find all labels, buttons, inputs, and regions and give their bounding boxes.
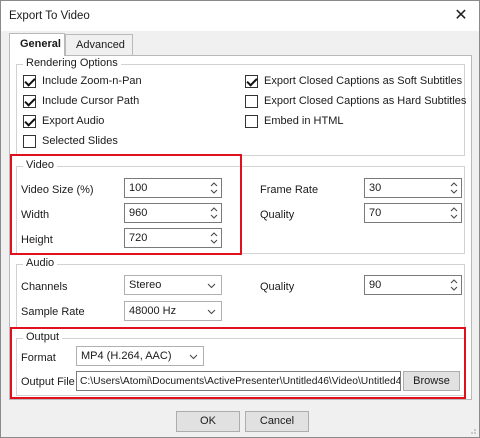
audio-legend: Audio (23, 257, 58, 269)
chevron-down-icon (207, 281, 216, 293)
ok-button[interactable]: OK (176, 411, 240, 432)
height-value: 720 (129, 232, 148, 244)
checkbox-box (23, 74, 36, 88)
spin-arrows-icon[interactable] (449, 206, 459, 220)
channels-value: Stereo (129, 279, 162, 291)
checkbox-box (23, 114, 36, 128)
rendering-options-legend: Rendering Options (23, 57, 121, 69)
soft-subtitles-checkbox[interactable]: Export Closed Captions as Soft Subtitles (245, 73, 462, 89)
spin-arrows-icon[interactable] (449, 278, 459, 292)
width-spinbox[interactable]: 960 (124, 203, 222, 223)
frame-rate-spinbox[interactable]: 30 (364, 178, 462, 198)
video-quality-spinbox[interactable]: 70 (364, 203, 462, 223)
checkbox-box (23, 94, 36, 108)
video-size-spinbox[interactable]: 100 (124, 178, 222, 198)
spin-arrows-icon[interactable] (209, 206, 219, 220)
dialog-title: Export To Video (9, 10, 90, 22)
general-panel: Rendering Options Include Zoom-n-Pan Inc… (9, 55, 472, 400)
checkbox-box (245, 74, 258, 88)
export-audio-checkbox[interactable]: Export Audio (23, 113, 104, 129)
video-quality-value: 70 (369, 207, 382, 219)
selected-slides-checkbox[interactable]: Selected Slides (23, 133, 118, 149)
output-file-label: Output File (21, 376, 75, 388)
include-cursor-path-checkbox[interactable]: Include Cursor Path (23, 93, 139, 109)
checkbox-box (245, 114, 258, 128)
width-label: Width (21, 209, 50, 221)
checkbox-label: Export Closed Captions as Hard Subtitles (264, 95, 467, 107)
checkbox-box (245, 94, 258, 108)
format-dropdown[interactable]: MP4 (H.264, AAC) (76, 346, 204, 366)
format-label: Format (21, 352, 56, 364)
spin-arrows-icon[interactable] (449, 181, 459, 195)
checkbox-label: Selected Slides (42, 135, 118, 147)
export-to-video-dialog: Export To Video ✕ General Advanced Rende… (0, 0, 480, 438)
output-legend: Output (23, 331, 63, 343)
channels-dropdown[interactable]: Stereo (124, 275, 222, 295)
video-size-label: Video Size (%) (21, 184, 94, 196)
tab-advanced[interactable]: Advanced (65, 34, 133, 55)
video-legend: Video (23, 159, 57, 171)
audio-quality-label: Quality (260, 281, 295, 293)
checkbox-label: Include Cursor Path (42, 95, 140, 107)
embed-in-html-checkbox[interactable]: Embed in HTML (245, 113, 343, 129)
checkbox-box (23, 134, 36, 148)
frame-rate-label: Frame Rate (260, 184, 319, 196)
close-icon[interactable]: ✕ (447, 3, 475, 29)
checkbox-label: Export Closed Captions as Soft Subtitles (264, 75, 463, 87)
hard-subtitles-checkbox[interactable]: Export Closed Captions as Hard Subtitles (245, 93, 466, 109)
audio-quality-value: 90 (369, 279, 382, 291)
output-file-input[interactable]: C:\Users\Atomi\Documents\ActivePresenter… (76, 371, 401, 391)
checkbox-label: Include Zoom-n-Pan (42, 75, 142, 87)
width-value: 960 (129, 207, 148, 219)
video-size-value: 100 (129, 182, 148, 194)
sample-rate-dropdown[interactable]: 48000 Hz (124, 301, 222, 321)
video-quality-label: Quality (260, 209, 295, 221)
resize-grip-icon[interactable] (467, 425, 477, 435)
format-value: MP4 (H.264, AAC) (81, 350, 172, 362)
audio-group: Audio (16, 257, 465, 328)
chevron-down-icon (207, 307, 216, 319)
title-bar: Export To Video ✕ (1, 1, 479, 31)
height-label: Height (21, 234, 53, 246)
output-file-path: C:\Users\Atomi\Documents\ActivePresenter… (80, 376, 401, 387)
channels-label: Channels (21, 281, 68, 293)
spin-arrows-icon[interactable] (209, 231, 219, 245)
frame-rate-value: 30 (369, 182, 382, 194)
checkbox-label: Embed in HTML (264, 115, 344, 127)
audio-quality-spinbox[interactable]: 90 (364, 275, 462, 295)
include-zoom-n-pan-checkbox[interactable]: Include Zoom-n-Pan (23, 73, 142, 89)
checkbox-label: Export Audio (42, 115, 105, 127)
spin-arrows-icon[interactable] (209, 181, 219, 195)
browse-button[interactable]: Browse (403, 371, 460, 391)
sample-rate-value: 48000 Hz (129, 305, 177, 317)
height-spinbox[interactable]: 720 (124, 228, 222, 248)
sample-rate-label: Sample Rate (21, 306, 85, 318)
cancel-button[interactable]: Cancel (245, 411, 309, 432)
chevron-down-icon (189, 352, 198, 364)
tab-general[interactable]: General (9, 33, 65, 56)
